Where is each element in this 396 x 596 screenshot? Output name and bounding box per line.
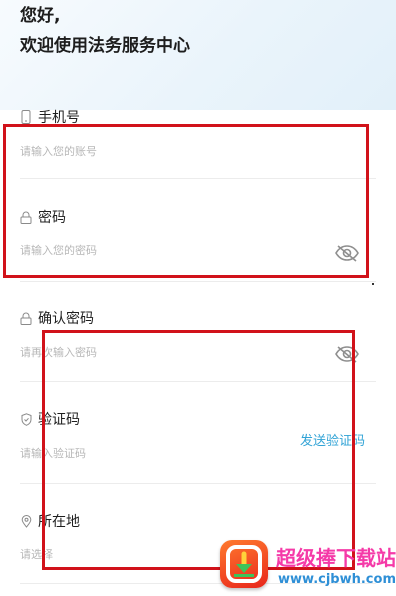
- watermark: 超级捧下载站 www.cjbwh.com: [220, 540, 396, 596]
- stray-dot: [372, 283, 374, 285]
- location-pin-icon: [20, 514, 32, 528]
- lock-icon: [20, 311, 32, 325]
- divider: [20, 281, 376, 282]
- watermark-url: www.cjbwh.com: [278, 572, 396, 587]
- shield-icon: [20, 412, 32, 426]
- greeting-title: 您好,: [20, 6, 61, 26]
- confirm-password-label: 确认密码: [20, 308, 94, 328]
- phone-icon: [20, 110, 32, 124]
- greeting-subtitle: 欢迎使用法务服务中心: [20, 36, 190, 56]
- watermark-logo-icon: [220, 540, 268, 588]
- annotation-box-register-fields: [42, 330, 355, 570]
- annotation-box-login-fields: [3, 124, 369, 278]
- watermark-brand: 超级捧下载站: [276, 546, 396, 570]
- confirm-password-label-text: 确认密码: [38, 311, 94, 327]
- greeting: 您好, 欢迎使用法务服务中心: [20, 2, 190, 60]
